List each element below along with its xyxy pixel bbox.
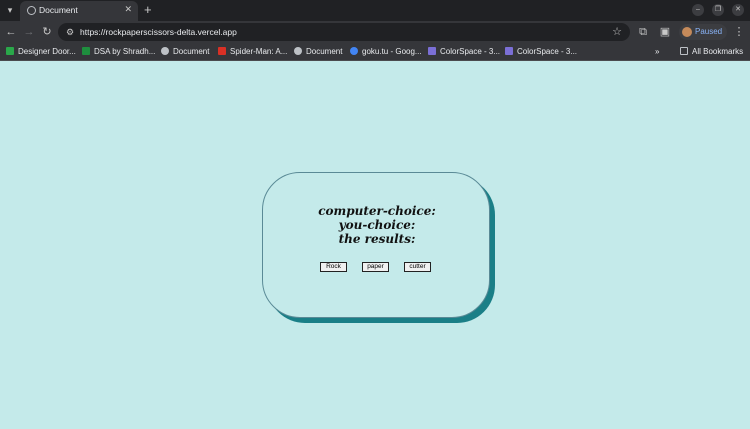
extensions-icon[interactable]: ⧉	[636, 25, 650, 39]
forward-icon[interactable]: →	[22, 25, 36, 39]
bookmark-favicon-icon	[294, 47, 302, 55]
google-icon	[350, 47, 358, 55]
folder-icon	[680, 47, 688, 55]
tab-strip: ▾ Document ✕ + – ❐ ✕	[0, 0, 750, 21]
paper-button[interactable]: paper	[362, 262, 389, 272]
address-bar[interactable]: ⚙ https://rockpaperscissors-delta.vercel…	[58, 23, 630, 41]
minimize-icon[interactable]: –	[692, 4, 704, 16]
cutter-button[interactable]: cutter	[404, 262, 431, 272]
game-card: computer-choice: you-choice: the results…	[262, 172, 490, 318]
site-info-icon[interactable]: ⚙	[66, 25, 74, 39]
globe-icon	[27, 6, 36, 15]
bookmark-favicon-icon	[6, 47, 14, 55]
bookmark-star-icon[interactable]: ☆	[612, 25, 622, 39]
restore-icon[interactable]: ❐	[712, 4, 724, 16]
bookmark-favicon-icon	[428, 47, 436, 55]
bookmark-favicon-icon	[82, 47, 90, 55]
bookmark-item[interactable]: ColorSpace - 3...	[428, 46, 500, 58]
rock-button[interactable]: Rock	[320, 262, 347, 272]
bookmark-item[interactable]: goku.tu - Goog...	[350, 46, 422, 58]
side-panel-icon[interactable]: ▣	[658, 25, 672, 39]
profile-button[interactable]: Paused	[679, 24, 727, 40]
more-bookmarks-icon[interactable]: »	[655, 46, 659, 58]
tab-search-icon[interactable]: ▾	[4, 4, 16, 16]
close-window-icon[interactable]: ✕	[732, 4, 744, 16]
menu-icon[interactable]: ⋮	[732, 25, 746, 39]
tab-title: Document	[39, 5, 78, 15]
results-label: the results:	[338, 232, 416, 246]
avatar	[682, 27, 692, 37]
new-tab-icon[interactable]: +	[144, 2, 152, 18]
bookmark-item[interactable]: ColorSpace - 3...	[505, 46, 577, 58]
bookmark-item[interactable]: Document	[294, 46, 342, 58]
all-bookmarks[interactable]: All Bookmarks	[680, 46, 743, 58]
bookmarks-bar: Designer Door... DSA by Shradh... Docume…	[0, 43, 750, 61]
reload-icon[interactable]: ↻	[40, 25, 54, 39]
profile-status: Paused	[695, 27, 723, 36]
bookmark-item[interactable]: Spider-Man: A...	[218, 46, 287, 58]
tab-document[interactable]: Document ✕	[20, 1, 138, 21]
close-tab-icon[interactable]: ✕	[124, 4, 132, 15]
bookmark-favicon-icon	[505, 47, 513, 55]
bookmark-favicon-icon	[161, 47, 169, 55]
computer-choice-label: computer-choice:	[318, 204, 436, 218]
bookmark-favicon-icon	[218, 47, 226, 55]
you-choice-label: you-choice:	[338, 218, 416, 232]
browser-toolbar: ← → ↻ ⚙ https://rockpaperscissors-delta.…	[0, 21, 750, 43]
bookmark-item[interactable]: DSA by Shradh...	[82, 46, 155, 58]
bookmark-item[interactable]: Designer Door...	[6, 46, 76, 58]
back-icon[interactable]: ←	[4, 25, 18, 39]
url-text: https://rockpaperscissors-delta.vercel.a…	[80, 27, 237, 37]
bookmark-item[interactable]: Document	[161, 46, 209, 58]
